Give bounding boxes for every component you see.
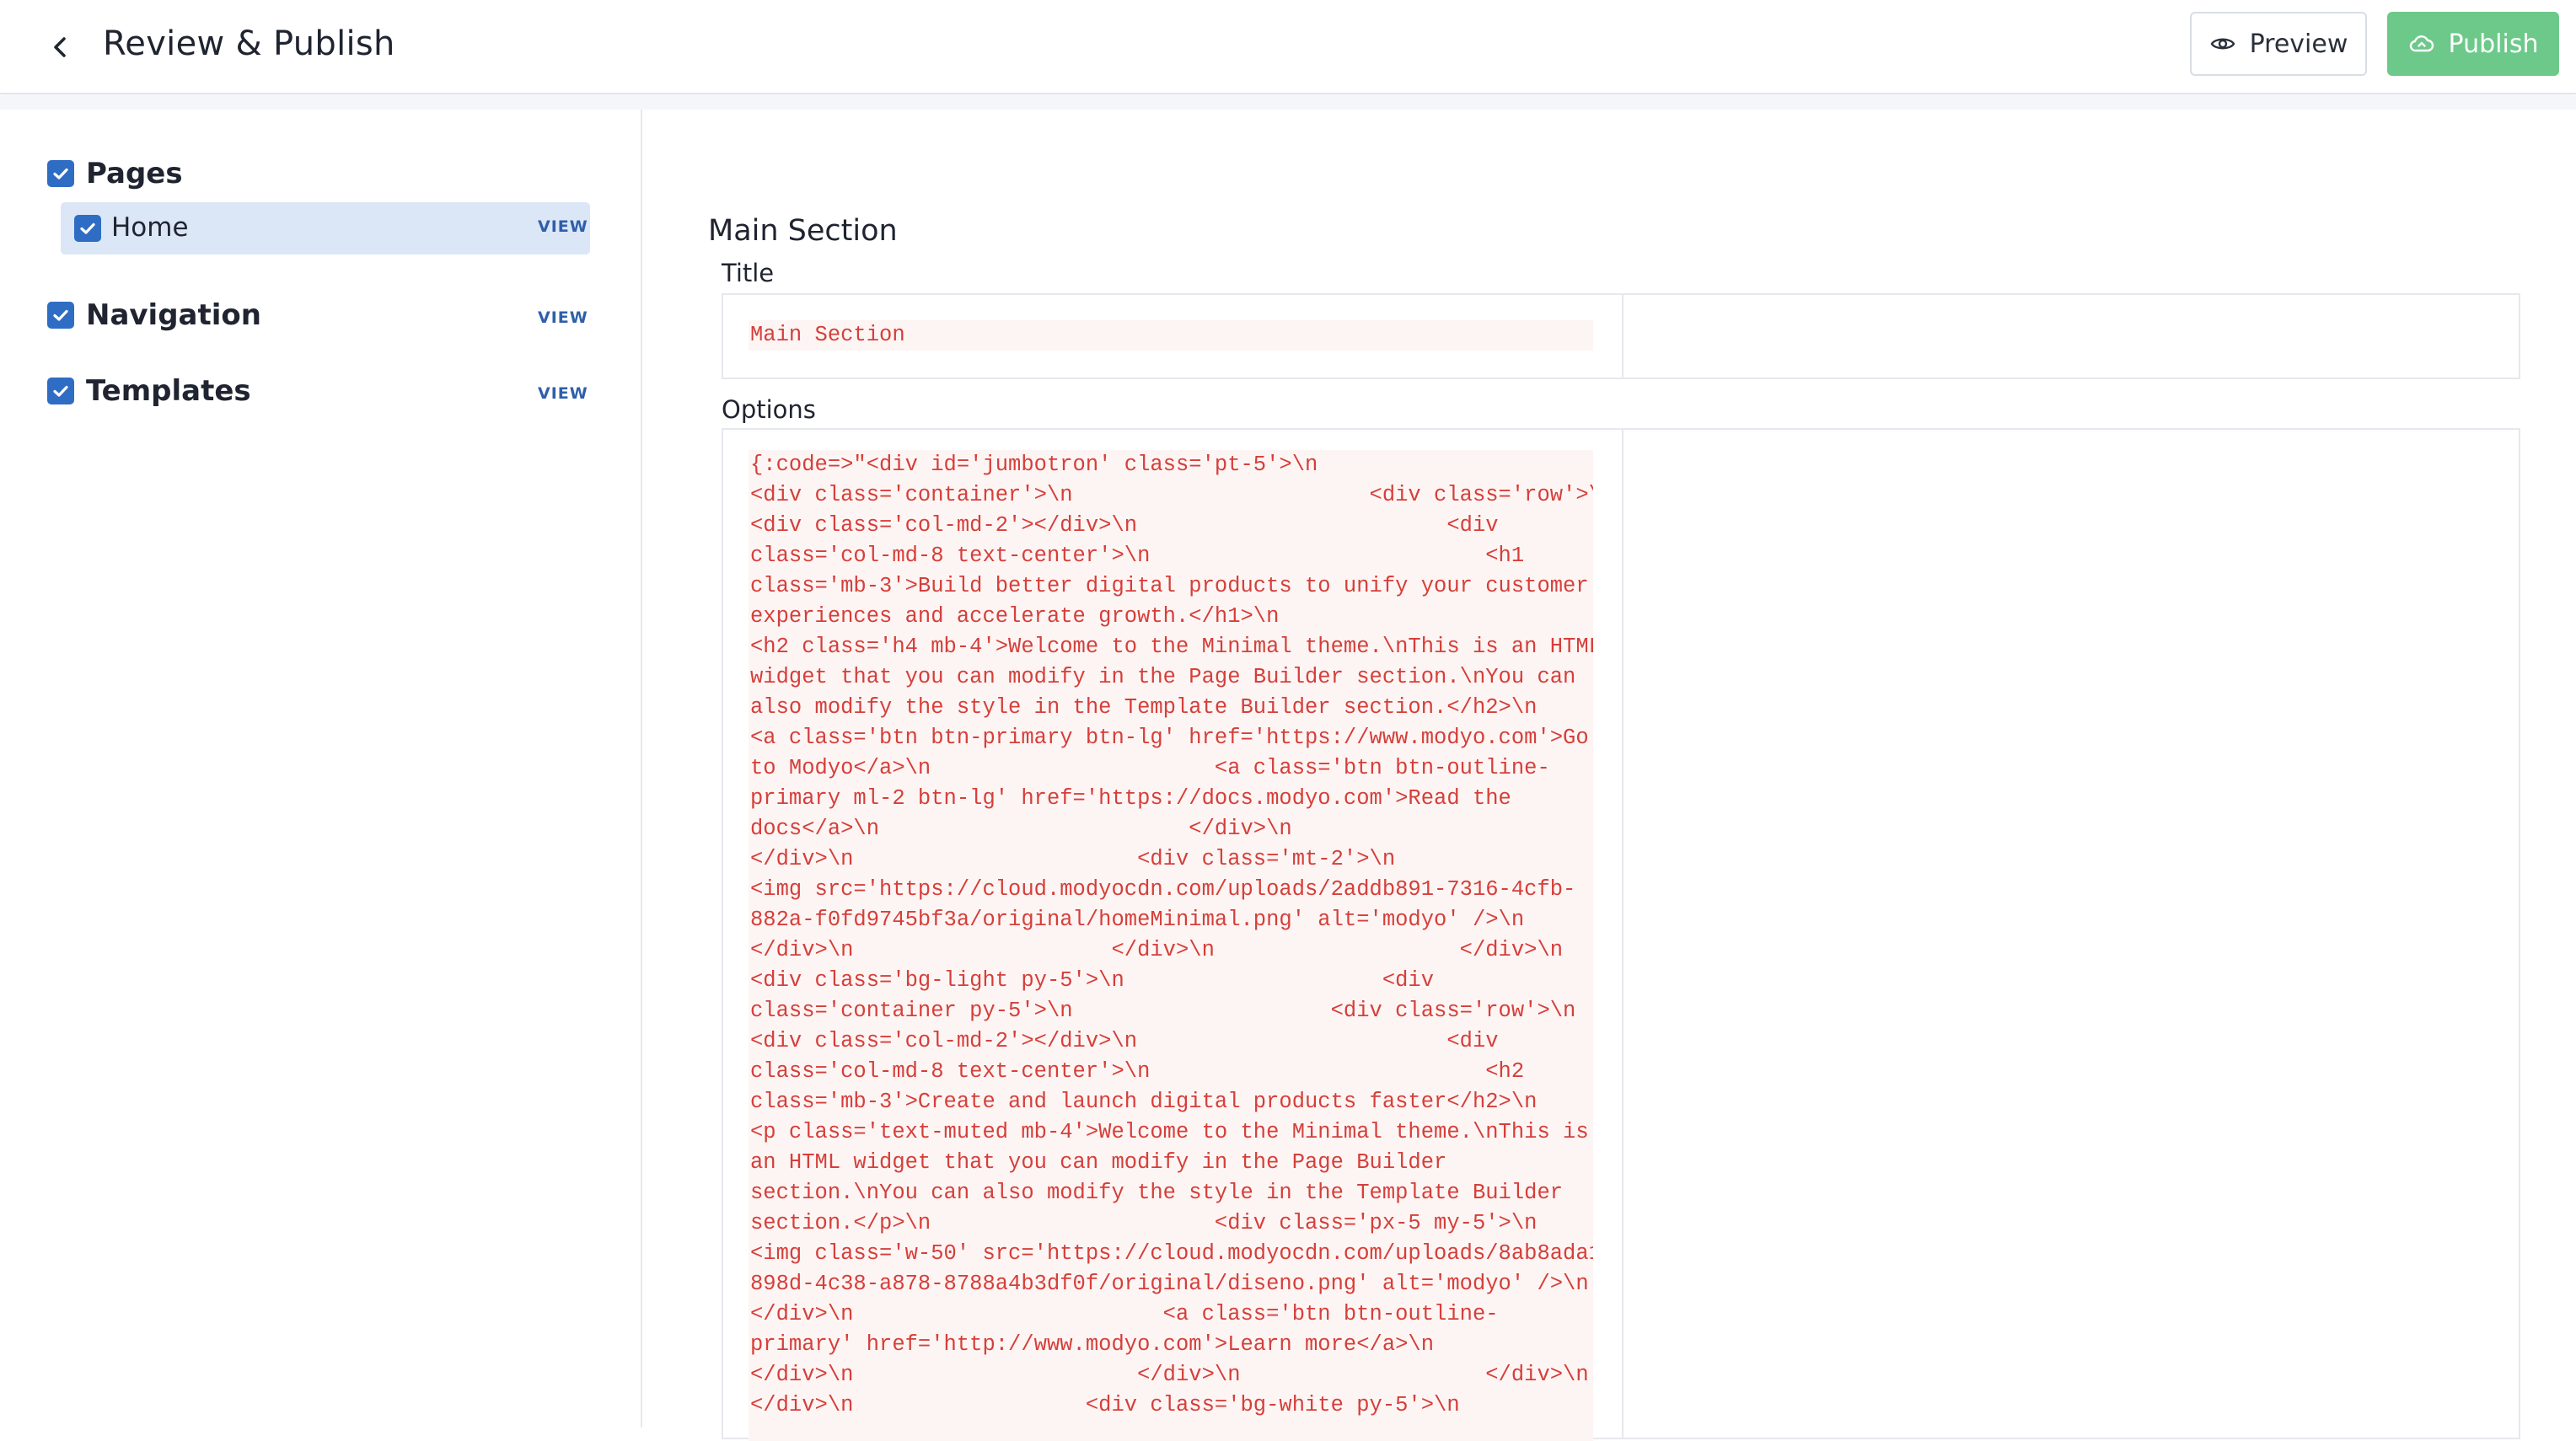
code-line: <div class='col-md-2'></div>\n <div <box>750 513 1499 538</box>
code-line: an HTML widget that you can modify in th… <box>750 1150 1447 1175</box>
code-line: also modify the style in the Template Bu… <box>750 695 1538 720</box>
view-home-link[interactable]: VIEW <box>538 217 588 236</box>
code-line: primary ml-2 btn-lg' href='https://docs.… <box>750 786 1511 811</box>
code-line: docs</a>\n </div>\n <box>750 817 1292 841</box>
code-line: primary' href='http://www.modyo.com'>Lea… <box>750 1332 1435 1357</box>
code-line: <img class='w-50' src='https://cloud.mod… <box>750 1241 1593 1266</box>
code-line: 898d-4c38-a878-8788a4b3df0f/original/dis… <box>750 1272 1589 1296</box>
preview-button-label: Preview <box>2249 29 2348 59</box>
checkmark-icon <box>53 385 68 397</box>
checkmark-icon <box>80 222 95 234</box>
sidebar-item-navigation[interactable]: Navigation <box>86 297 261 334</box>
back-button[interactable] <box>39 25 83 69</box>
options-code-block: {:code=>"<div id='jumbotron' class='pt-5… <box>749 450 1593 1441</box>
chevron-left-icon <box>54 37 66 57</box>
home-checkbox[interactable] <box>74 215 101 242</box>
code-line: <h2 class='h4 mb-4'>Welcome to the Minim… <box>750 635 1593 659</box>
code-line: </div>\n </div>\n </div>\n <box>750 938 1564 962</box>
code-line: </div>\n <a class='btn btn-outline- <box>750 1302 1499 1326</box>
publish-button-label: Publish <box>2448 29 2539 59</box>
code-line: <a class='btn btn-primary btn-lg' href='… <box>750 726 1589 750</box>
navigation-checkbox[interactable] <box>47 302 74 329</box>
code-line: </div>\n <div class='mt-2'>\n <box>750 847 1396 871</box>
code-line: class='container py-5'>\n <div class='ro… <box>750 999 1576 1023</box>
code-line: 882a-f0fd9745bf3a/original/homeMinimal.p… <box>750 908 1525 932</box>
sidebar: Pages Home VIEW Navigation VIEW Template… <box>0 110 642 1428</box>
publish-button[interactable]: Publish <box>2387 12 2559 76</box>
diff-divider <box>1622 295 1623 378</box>
code-line: to Modyo</a>\n <a class='btn btn-outline… <box>750 756 1550 780</box>
view-navigation-link[interactable]: VIEW <box>538 308 588 327</box>
code-line: <img src='https://cloud.modyocdn.com/upl… <box>750 877 1576 902</box>
code-line: experiences and accelerate growth.</h1>\… <box>750 604 1280 629</box>
code-line: section.</p>\n <div class='px-5 my-5'>\n <box>750 1211 1538 1235</box>
code-line: class='col-md-8 text-center'>\n <h2 <box>750 1059 1525 1084</box>
sidebar-item-home-label: Home <box>111 212 189 243</box>
top-header: Review & Publish Preview Publish <box>0 0 2576 94</box>
view-templates-link[interactable]: VIEW <box>538 384 588 403</box>
sidebar-item-templates[interactable]: Templates <box>86 372 251 410</box>
header-shadow-band <box>0 96 2576 110</box>
code-line: class='col-md-8 text-center'>\n <h1 <box>750 544 1525 568</box>
code-line: class='mb-3'>Create and launch digital p… <box>750 1090 1538 1114</box>
title-field-label: Title <box>722 259 775 287</box>
code-line: <p class='text-muted mb-4'>Welcome to th… <box>750 1120 1589 1144</box>
options-field-label: Options <box>722 395 816 424</box>
code-line: class='mb-3'>Build better digital produc… <box>750 574 1589 598</box>
cloud-upload-icon <box>2409 35 2434 52</box>
templates-checkbox[interactable] <box>47 378 74 404</box>
main-content: Main Section Title Main Section Options … <box>644 110 2576 1441</box>
code-line: {:code=>"<div id='jumbotron' class='pt-5… <box>750 453 1318 477</box>
code-line: widget that you can modify in the Page B… <box>750 665 1576 689</box>
eye-icon <box>2210 38 2235 50</box>
page-title: Review & Publish <box>103 24 395 63</box>
pages-checkbox[interactable] <box>47 160 74 187</box>
code-line: <div class='bg-light py-5'>\n <div <box>750 968 1435 993</box>
code-line: <div class='container'>\n <div class='ro… <box>750 483 1593 507</box>
preview-button[interactable]: Preview <box>2190 12 2367 76</box>
options-diff-box: {:code=>"<div id='jumbotron' class='pt-5… <box>722 428 2520 1441</box>
checkmark-icon <box>53 168 68 179</box>
code-line: section.\nYou can also modify the style … <box>750 1181 1564 1205</box>
code-line: </div>\n </div>\n </div>\n <box>750 1363 1589 1387</box>
checkmark-icon <box>53 309 68 321</box>
section-title: Main Section <box>708 214 898 248</box>
code-line: <div class='col-md-2'></div>\n <div <box>750 1029 1499 1053</box>
diff-divider <box>1622 430 1623 1438</box>
title-diff-box: Main Section <box>722 293 2520 379</box>
code-line: </div>\n <div class='bg-white py-5'>\n <box>750 1393 1460 1417</box>
title-value: Main Section <box>749 320 1593 351</box>
sidebar-item-home[interactable]: Home VIEW <box>61 202 590 254</box>
sidebar-item-pages[interactable]: Pages <box>86 155 183 192</box>
